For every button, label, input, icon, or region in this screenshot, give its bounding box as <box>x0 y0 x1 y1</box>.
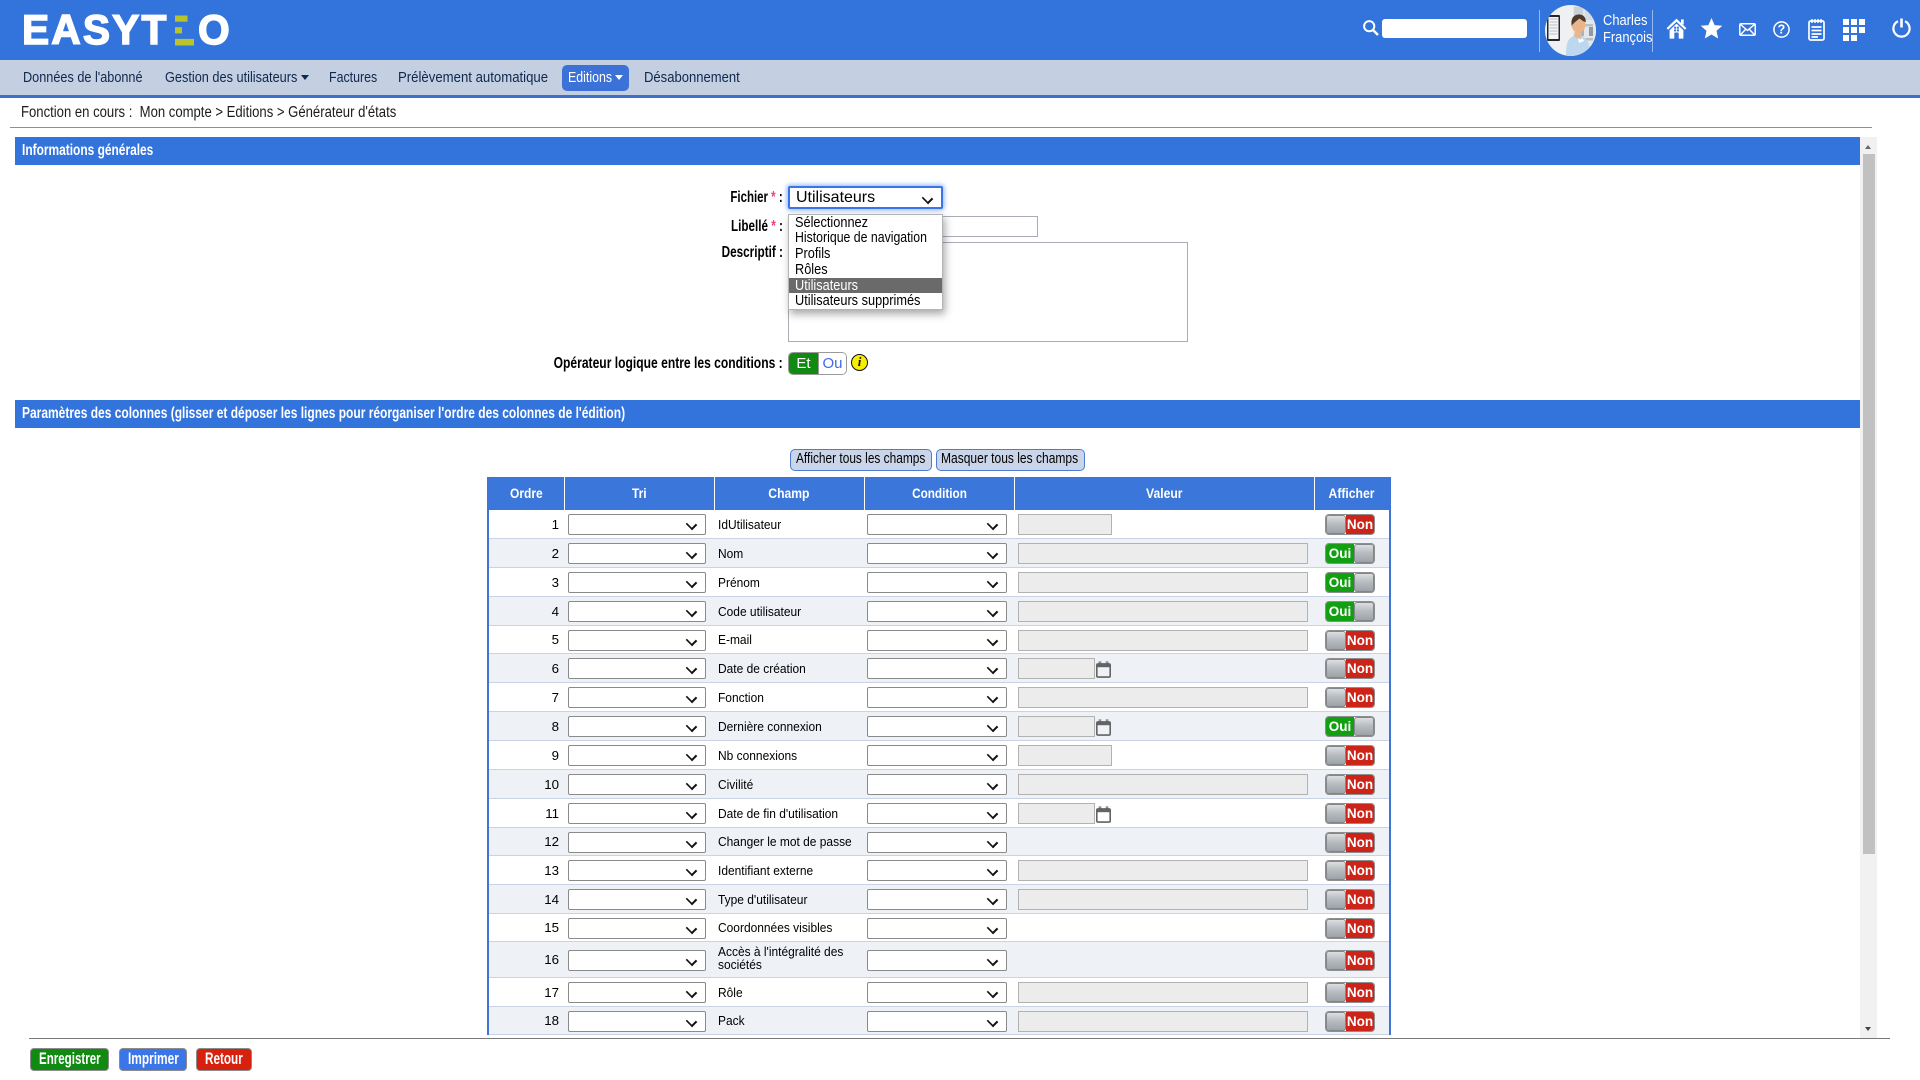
svg-text:?: ? <box>1778 23 1786 37</box>
